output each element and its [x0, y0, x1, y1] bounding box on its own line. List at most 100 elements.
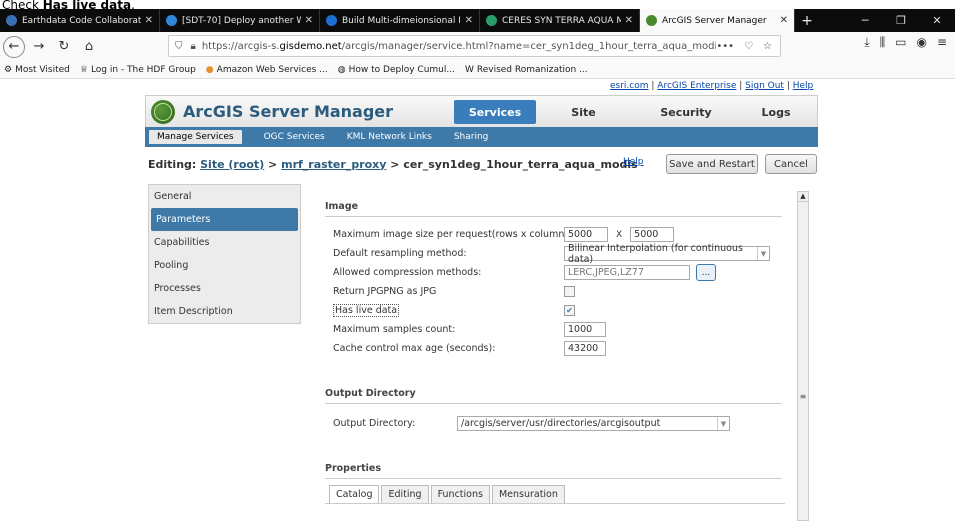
- compression-row: Allowed compression methods: LERC,JPEG,L…: [325, 263, 785, 282]
- output-dir-select[interactable]: /arcgis/server/usr/directories/arcgisout…: [457, 416, 730, 431]
- close-icon[interactable]: ✕: [625, 15, 633, 26]
- close-icon[interactable]: ✕: [145, 15, 153, 26]
- subnav-kml-links[interactable]: KML Network Links: [347, 132, 432, 142]
- sidebar-item-pooling[interactable]: Pooling: [149, 254, 300, 277]
- sidebar-item-parameters[interactable]: Parameters: [151, 208, 298, 231]
- home-icon[interactable]: ⌂: [78, 36, 100, 58]
- new-tab-icon[interactable]: +: [795, 9, 819, 32]
- cancel-button[interactable]: Cancel: [765, 154, 817, 174]
- amazon-icon: ●: [205, 64, 214, 75]
- bookmark-item[interactable]: ◍ How to Deploy Cumul...: [338, 65, 455, 75]
- library-icon[interactable]: ⫼: [880, 35, 886, 50]
- bookmark-icon: ♕: [79, 64, 88, 75]
- editing-row: Editing: Site (root) > mrf_raster_proxy …: [145, 147, 818, 181]
- resampling-select[interactable]: Bilinear Interpolation (for continuous d…: [564, 243, 770, 265]
- tab-mensuration[interactable]: Mensuration: [491, 485, 565, 503]
- wikipedia-icon: W: [464, 64, 474, 75]
- max-cols-input[interactable]: 5000: [630, 227, 675, 242]
- properties-tabs: Catalog Editing Functions Mensuration: [325, 485, 785, 504]
- section-output-title: Output Directory: [325, 388, 782, 404]
- help-link[interactable]: Help: [623, 157, 644, 167]
- subnav-manage-services[interactable]: Manage Services: [149, 130, 242, 144]
- content-area: General Parameters Capabilities Pooling …: [145, 181, 818, 521]
- scroll-grip-icon[interactable]: ≡: [798, 392, 808, 401]
- nav-security[interactable]: Security: [631, 100, 741, 124]
- bookmark-item[interactable]: W Revised Romanization ...: [465, 65, 588, 75]
- arcgis-app: ArcGIS Server Manager Services Site Secu…: [145, 95, 818, 521]
- app-header: ArcGIS Server Manager Services Site Secu…: [145, 95, 818, 127]
- browser-tab[interactable]: Build Multi-dimeionsional Info✕: [320, 9, 480, 32]
- sidebar-item-processes[interactable]: Processes: [149, 277, 300, 300]
- resampling-row: Default resampling method: Bilinear Inte…: [325, 243, 785, 265]
- jpgpng-row: Return JPGPNG as JPG: [325, 282, 785, 301]
- bookmark-item[interactable]: ● Amazon Web Services ...: [206, 65, 328, 75]
- account-icon[interactable]: ◉: [916, 35, 926, 50]
- browser-navbar: ← → ↻ ⌂ ⛉ 🔒︎ https://arcgis-s.gisdemo.ne…: [0, 32, 955, 61]
- forward-icon[interactable]: →: [28, 36, 50, 58]
- bookmark-item[interactable]: ♕ Log in - The HDF Group: [80, 65, 196, 75]
- close-icon[interactable]: ✕: [465, 15, 473, 26]
- enterprise-link[interactable]: ArcGIS Enterprise: [657, 81, 736, 91]
- sub-nav: Manage Services OGC Services KML Network…: [145, 127, 818, 147]
- close-icon[interactable]: ✕: [305, 15, 313, 26]
- browser-tab[interactable]: [SDT-70] Deploy another Wind✕: [160, 9, 320, 32]
- tab-favicon: [6, 15, 17, 26]
- scroll-up-icon[interactable]: ▲: [798, 192, 808, 202]
- compression-more-button[interactable]: ...: [696, 264, 716, 281]
- subnav-sharing[interactable]: Sharing: [454, 132, 489, 142]
- nav-site[interactable]: Site: [536, 100, 631, 124]
- sign-out-link[interactable]: Sign Out: [745, 81, 784, 91]
- max-image-size-row: Maximum image size per request(rows x co…: [325, 225, 785, 244]
- browser-tab-active[interactable]: ArcGIS Server Manager ✕: [640, 9, 795, 32]
- sidebar-icon[interactable]: ▭: [895, 35, 906, 50]
- compression-input[interactable]: LERC,JPEG,LZ77: [564, 265, 690, 280]
- tab-catalog[interactable]: Catalog: [329, 485, 380, 503]
- section-properties-title: Properties: [325, 463, 782, 479]
- url-bar[interactable]: ⛉ 🔒︎ https://arcgis-s.gisdemo.net/arcgis…: [168, 35, 781, 57]
- arcgis-globe-icon: [151, 99, 175, 124]
- more-actions-icon[interactable]: •••: [716, 41, 734, 52]
- help-link[interactable]: Help: [793, 81, 814, 91]
- sidebar-item-capabilities[interactable]: Capabilities: [149, 231, 300, 254]
- parameters-panel: Image Maximum image size per request(row…: [325, 181, 785, 504]
- tab-editing[interactable]: Editing: [381, 485, 429, 503]
- close-icon[interactable]: ✕: [780, 15, 788, 26]
- cache-row: Cache control max age (seconds): 43200: [325, 339, 785, 358]
- minimize-icon[interactable]: ─: [847, 9, 883, 32]
- crumb-folder[interactable]: mrf_raster_proxy: [281, 158, 386, 171]
- esri-link[interactable]: esri.com: [610, 81, 649, 91]
- nav-logs[interactable]: Logs: [741, 100, 811, 124]
- shield-icon[interactable]: ⛉: [175, 41, 183, 52]
- tab-favicon: [646, 15, 657, 26]
- top-links: esri.com | ArcGIS Enterprise | Sign Out …: [610, 81, 814, 91]
- browser-tab[interactable]: CERES SYN TERRA AQUA MOD✕: [480, 9, 640, 32]
- sidebar-item-item-description[interactable]: Item Description: [149, 300, 300, 323]
- reload-icon[interactable]: ↻: [53, 36, 75, 58]
- maximize-icon[interactable]: ❐: [883, 9, 919, 32]
- bookmark-item[interactable]: ⚙ Most Visited: [4, 65, 70, 75]
- bookmark-star-icon[interactable]: ☆: [763, 41, 772, 52]
- subnav-ogc-services[interactable]: OGC Services: [264, 132, 325, 142]
- live-data-label[interactable]: Has live data: [333, 304, 400, 317]
- menu-icon[interactable]: ≡: [937, 35, 947, 50]
- browser-tab[interactable]: Earthdata Code Collaborative✕: [0, 9, 160, 32]
- tab-functions[interactable]: Functions: [430, 485, 490, 503]
- live-data-checkbox[interactable]: ✔: [564, 305, 575, 316]
- back-icon[interactable]: ←: [3, 35, 25, 58]
- tab-favicon: [326, 15, 337, 26]
- close-window-icon[interactable]: ✕: [919, 9, 955, 32]
- samples-input[interactable]: 1000: [564, 322, 606, 337]
- cache-input[interactable]: 43200: [564, 341, 606, 356]
- crumb-root[interactable]: Site (root): [200, 158, 264, 171]
- chevron-down-icon: ▼: [717, 417, 729, 430]
- sidebar-item-general[interactable]: General: [149, 185, 300, 208]
- panel-scrollbar[interactable]: ▲ ≡: [797, 191, 809, 521]
- jpgpng-checkbox[interactable]: [564, 286, 575, 297]
- download-icon[interactable]: ⤓: [864, 35, 869, 50]
- lock-icon[interactable]: 🔒︎: [191, 41, 196, 52]
- pocket-icon[interactable]: ♡: [744, 41, 753, 52]
- gear-icon: ⚙: [4, 64, 13, 75]
- nav-services[interactable]: Services: [454, 100, 536, 124]
- save-and-restart-button[interactable]: Save and Restart: [666, 154, 758, 174]
- max-rows-input[interactable]: 5000: [564, 227, 608, 242]
